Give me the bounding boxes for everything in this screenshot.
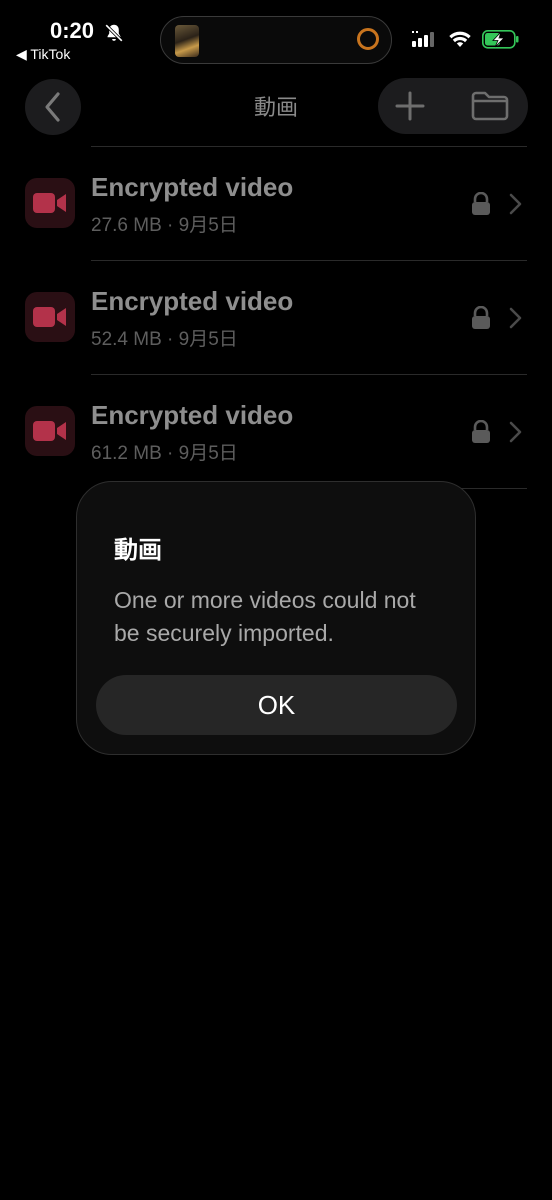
list-item[interactable]: Encrypted video 27.6 MB · 9月5日 <box>0 146 552 260</box>
folder-button[interactable] <box>466 84 514 128</box>
video-camera-icon <box>25 292 75 342</box>
item-subtitle: 61.2 MB · 9月5日 <box>91 443 238 464</box>
lock-icon <box>472 192 490 215</box>
item-subtitle: 27.6 MB · 9月5日 <box>91 215 238 236</box>
dialog-message: One or more videos could not be securely… <box>114 587 416 646</box>
lock-icon <box>472 306 490 329</box>
status-time: 0:20 <box>50 18 95 43</box>
item-title: Encrypted video <box>91 286 294 316</box>
list-item[interactable]: Encrypted video 52.4 MB · 9月5日 <box>0 260 552 374</box>
chevron-right-icon <box>509 421 522 443</box>
back-to-app-link[interactable]: ◀ TikTok <box>16 46 70 63</box>
folder-icon <box>471 91 509 121</box>
battery-charging-icon <box>482 30 519 49</box>
activity-ring-icon <box>357 28 379 50</box>
video-camera-icon <box>25 178 75 228</box>
alert-dialog: 動画 One or more videos could not be secur… <box>76 481 476 755</box>
dynamic-island[interactable] <box>160 16 392 64</box>
video-camera-icon <box>25 406 75 456</box>
cellular-icon <box>412 31 434 47</box>
list-item[interactable]: Encrypted video 61.2 MB · 9月5日 <box>0 374 552 488</box>
dialog-title: 動画 <box>114 537 162 564</box>
now-playing-thumbnail <box>175 25 199 57</box>
chevron-right-icon <box>509 307 522 329</box>
item-title: Encrypted video <box>91 400 294 430</box>
status-bar: 0:20 ◀ TikTok <box>0 0 552 70</box>
item-title: Encrypted video <box>91 172 294 202</box>
lock-icon <box>472 420 490 443</box>
chevron-right-icon <box>509 193 522 215</box>
ok-button[interactable]: OK <box>96 675 457 735</box>
item-subtitle: 52.4 MB · 9月5日 <box>91 329 238 350</box>
status-icons <box>412 30 519 49</box>
add-button[interactable] <box>388 84 432 128</box>
bell-slash-icon <box>105 24 123 42</box>
wifi-icon <box>449 31 471 47</box>
plus-icon <box>395 91 425 121</box>
header-actions <box>378 78 528 134</box>
